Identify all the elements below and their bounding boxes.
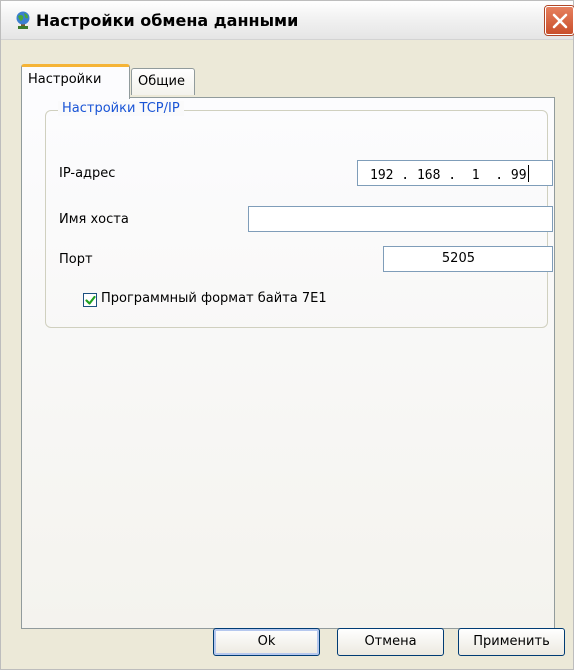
ip-label: IP-адрес (59, 166, 116, 181)
tab-panel: Настройки TCP/IP IP-адрес 192 . 168 . 1 … (21, 97, 555, 629)
ip-value: 192 . 168 . 1 . 99 (370, 168, 527, 183)
port-label: Порт (59, 252, 93, 267)
cancel-button[interactable]: Отмена (337, 628, 444, 656)
settings-dialog: Настройки обмена данными Настройки Общие… (0, 0, 574, 670)
port-input[interactable]: 5205 (383, 246, 553, 272)
ip-address-input[interactable]: 192 . 168 . 1 . 99 (357, 160, 553, 186)
host-name-input[interactable] (248, 206, 553, 232)
ok-button[interactable]: Ok (213, 628, 320, 656)
globe-app-icon (16, 11, 30, 29)
close-button[interactable] (545, 6, 574, 35)
host-label: Имя хоста (59, 212, 129, 227)
tab-general[interactable]: Общие (131, 68, 195, 95)
checkmark-icon (85, 295, 96, 305)
tab-settings[interactable]: Настройки (21, 64, 130, 99)
title-bar[interactable]: Настройки обмена данными (1, 1, 574, 40)
tcpip-group: Настройки TCP/IP IP-адрес 192 . 168 . 1 … (45, 101, 553, 328)
close-icon (552, 13, 568, 29)
byte-format-label[interactable]: Программный формат байта 7E1 (101, 291, 327, 306)
byte-format-checkbox[interactable] (83, 293, 97, 307)
apply-button[interactable]: Применить (458, 628, 565, 656)
group-title: Настройки TCP/IP (58, 101, 184, 116)
text-caret (527, 165, 529, 182)
window-title: Настройки обмена данными (36, 11, 299, 30)
